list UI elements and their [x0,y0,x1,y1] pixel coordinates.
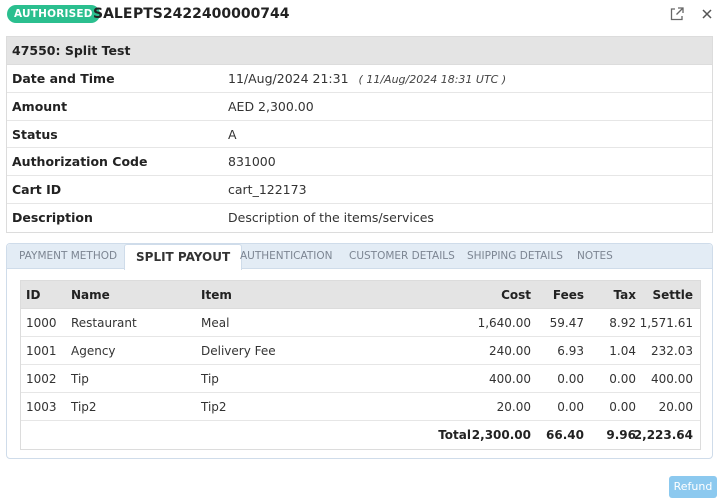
cell-cost: 400.00 [489,372,531,386]
table-total-row: Total 2,300.00 66.40 9.96 2,223.64 [21,421,700,449]
external-link-icon[interactable] [668,5,686,23]
cell-cost: 240.00 [489,344,531,358]
col-item: Item [201,288,232,302]
detail-row-date: Date and Time 11/Aug/2024 21:31 ( 11/Aug/… [7,65,712,93]
refund-button[interactable]: Refund [669,476,717,498]
transaction-reference: PTS2422400000744 [133,6,290,22]
detail-label: Status [12,126,58,142]
detail-label: Date and Time [12,71,115,86]
detail-label: Description [12,209,93,225]
detail-row-description: Description Description of the items/ser… [7,204,712,232]
cell-item: Meal [201,316,230,330]
split-payout-table: ID Name Item Cost Fees Tax Settle 1000 R… [20,280,701,450]
cell-tax: 1.04 [609,344,636,358]
cell-tax: 0.00 [609,400,636,414]
transaction-details-table: 47550: Split Test Date and Time 11/Aug/2… [6,36,713,233]
close-icon[interactable] [698,5,716,23]
tabs-panel: PAYMENT METHOD SPLIT PAYOUT AUTHENTICATI… [6,243,713,459]
table-header: ID Name Item Cost Fees Tax Settle [21,281,700,309]
detail-row-cart-id: Cart ID cart_122173 [7,176,712,204]
cell-fees: 0.00 [557,372,584,386]
cell-fees: 6.93 [557,344,584,358]
detail-row-status: Status A [7,121,712,149]
detail-value: Description of the items/services [228,209,434,225]
details-title: 47550: Split Test [7,37,712,65]
detail-value: 831000 [228,154,276,170]
cell-name: Restaurant [71,316,137,330]
tab-payment-method[interactable]: PAYMENT METHOD [19,244,117,269]
detail-row-auth-code: Authorization Code 831000 [7,148,712,177]
cell-fees: 59.47 [549,316,584,330]
cell-id: 1000 [26,316,57,330]
total-label: Total [438,428,471,442]
cell-id: 1002 [26,372,57,386]
total-settle: 2,223.64 [633,428,693,442]
detail-value: cart_122173 [228,182,307,198]
table-row: 1003 Tip2 Tip2 20.00 0.00 0.00 20.00 [21,393,700,421]
cell-cost: 20.00 [496,400,531,414]
total-tax: 9.96 [606,428,636,442]
cell-settle: 1,571.61 [639,316,693,330]
cell-tax: 8.92 [609,316,636,330]
col-tax: Tax [613,288,636,302]
tab-authentication[interactable]: AUTHENTICATION [240,244,333,269]
table-row: 1001 Agency Delivery Fee 240.00 6.93 1.0… [21,337,700,365]
col-cost: Cost [501,288,531,302]
col-id: ID [26,288,41,302]
local-time: 11/Aug/2024 21:31 [228,71,349,86]
table-row: 1000 Restaurant Meal 1,640.00 59.47 8.92… [21,309,700,337]
cell-cost: 1,640.00 [477,316,531,330]
col-name: Name [71,288,110,302]
total-fees: 66.40 [546,428,584,442]
cell-tax: 0.00 [609,372,636,386]
tab-bar: PAYMENT METHOD SPLIT PAYOUT AUTHENTICATI… [7,244,712,270]
detail-value: 11/Aug/2024 21:31 ( 11/Aug/2024 18:31 UTC… [228,65,506,93]
tab-customer-details[interactable]: CUSTOMER DETAILS [349,244,455,269]
tab-notes[interactable]: NOTES [577,244,613,269]
col-settle: Settle [652,288,693,302]
detail-label: Authorization Code [12,154,148,170]
detail-row-amount: Amount AED 2,300.00 [7,93,712,121]
cell-id: 1003 [26,400,57,414]
cell-fees: 0.00 [557,400,584,414]
cell-name: Tip2 [71,400,97,414]
cell-settle: 20.00 [658,400,693,414]
detail-label: Cart ID [12,182,62,198]
tab-split-payout[interactable]: SPLIT PAYOUT [124,244,243,270]
cell-id: 1001 [26,344,57,358]
col-fees: Fees [552,288,584,302]
tab-shipping-details[interactable]: SHIPPING DETAILS [467,244,563,269]
cell-settle: 232.03 [651,344,693,358]
cell-name: Agency [71,344,116,358]
transaction-type: SALE [93,6,133,22]
detail-value: A [228,126,237,142]
table-row: 1002 Tip Tip 400.00 0.00 0.00 400.00 [21,365,700,393]
transaction-header: AUTHORISED SALE PTS2422400000744 [0,0,719,30]
utc-time: ( 11/Aug/2024 18:31 UTC ) [358,73,507,86]
cell-settle: 400.00 [651,372,693,386]
cell-item: Tip [201,372,219,386]
detail-value: AED 2,300.00 [228,98,314,114]
cell-name: Tip [71,372,89,386]
detail-label: Amount [12,98,68,114]
total-cost: 2,300.00 [471,428,531,442]
cell-item: Delivery Fee [201,344,276,358]
status-badge: AUTHORISED [7,5,100,23]
cell-item: Tip2 [201,400,227,414]
